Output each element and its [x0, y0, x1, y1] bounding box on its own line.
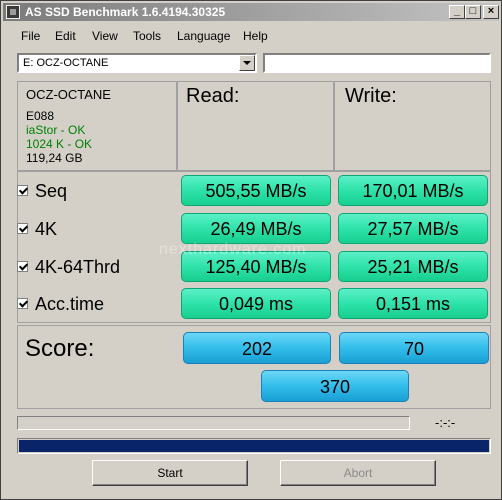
abort-button[interactable]: Abort [280, 460, 436, 486]
4k-write-value: 27,57 MB/s [338, 213, 488, 244]
title-bar[interactable]: AS SSD Benchmark 1.6.4194.30325 _ □ × [3, 3, 499, 21]
close-button[interactable]: × [483, 5, 499, 19]
menu-edit[interactable]: Edit [55, 29, 76, 43]
4k-64thrd-write-value: 25,21 MB/s [338, 251, 488, 282]
menu-bar: File Edit View Tools Language Help [3, 25, 499, 47]
maximize-icon: □ [469, 5, 477, 17]
seq-write-value: 170,01 MB/s [338, 175, 488, 206]
window-title: AS SSD Benchmark 1.6.4194.30325 [25, 5, 226, 19]
overall-progress-bar [17, 438, 491, 454]
score-total: 370 [261, 370, 409, 402]
menu-view[interactable]: View [92, 29, 118, 43]
start-button[interactable]: Start [92, 460, 248, 486]
main-window: AS SSD Benchmark 1.6.4194.30325 _ □ × Fi… [0, 0, 502, 500]
score-write: 70 [339, 332, 489, 364]
drive-select[interactable]: E: OCZ-OCTANE [17, 53, 257, 73]
watermark: nexthardware.com [159, 241, 307, 258]
path-input[interactable] [263, 53, 491, 73]
write-header: Write: [345, 85, 397, 107]
alignment-status: 1024 K - OK [26, 137, 93, 151]
test-label: 4K-64Thrd [35, 257, 121, 277]
menu-tools[interactable]: Tools [133, 29, 161, 43]
seq-read-value: 505,55 MB/s [181, 175, 331, 206]
minimize-icon: _ [453, 5, 461, 17]
driver-status: iaStor - OK [26, 123, 86, 137]
test-label: Seq [35, 181, 68, 201]
minimize-button[interactable]: _ [449, 5, 465, 19]
test-label: 4K [35, 219, 58, 239]
drive-select-value: E: OCZ-OCTANE [23, 57, 109, 69]
read-header-panel: Read: [177, 81, 334, 171]
test-label: Acc.time [35, 294, 105, 314]
maximize-button[interactable]: □ [465, 5, 481, 19]
checkbox-acc-time[interactable] [17, 298, 28, 309]
checkbox-seq[interactable] [17, 185, 28, 196]
write-header-panel: Write: [334, 81, 491, 171]
acc-time-read-value: 0,049 ms [181, 288, 331, 319]
score-label: Score: [25, 335, 95, 362]
drive-name: OCZ-OCTANE [26, 87, 111, 102]
chevron-down-icon[interactable] [239, 55, 255, 71]
menu-help[interactable]: Help [243, 29, 268, 43]
drive-info-panel: OCZ-OCTANE E088 iaStor - OK 1024 K - OK … [17, 81, 177, 171]
menu-file[interactable]: File [21, 29, 40, 43]
drive-size: 119,24 GB [26, 151, 83, 165]
4k-read-value: 26,49 MB/s [181, 213, 331, 244]
elapsed-time: -:-:- [435, 415, 456, 430]
read-header: Read: [186, 85, 240, 107]
checkbox-4k[interactable] [17, 223, 28, 234]
progress-fill [19, 440, 489, 452]
score-read: 202 [183, 332, 331, 364]
drive-firmware: E088 [26, 109, 55, 123]
checkbox-4k-64thrd[interactable] [17, 261, 28, 272]
acc-time-write-value: 0,151 ms [338, 288, 488, 319]
close-icon: × [487, 5, 495, 17]
app-icon [6, 5, 20, 19]
menu-language[interactable]: Language [177, 29, 230, 43]
test-progress-bar [17, 416, 410, 430]
